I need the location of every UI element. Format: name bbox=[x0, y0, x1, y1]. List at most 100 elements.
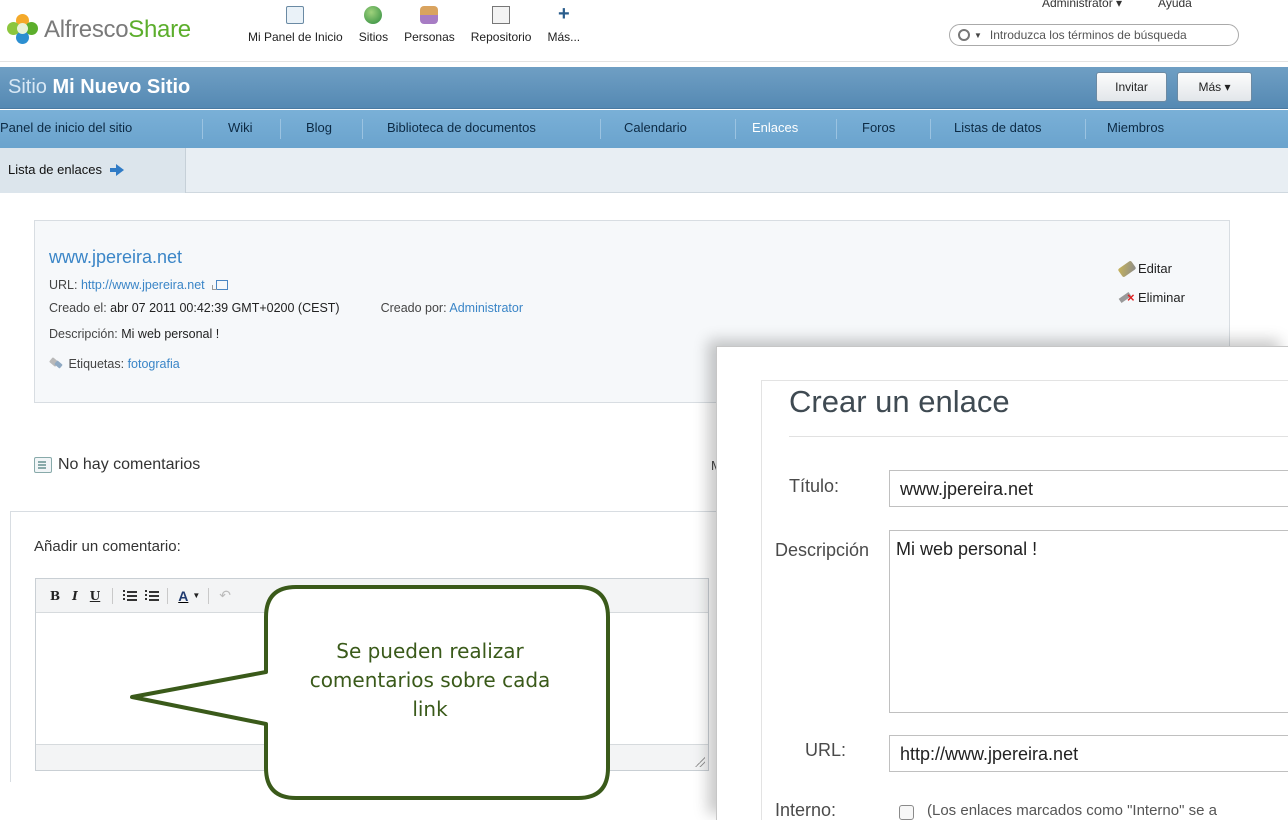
description-field[interactable]: Mi web personal ! bbox=[889, 530, 1288, 713]
url-field[interactable]: http://www.jpereira.net bbox=[889, 735, 1288, 772]
logo-text-secondary: Share bbox=[128, 16, 191, 43]
tab-divider bbox=[280, 119, 281, 139]
nav-label: Personas bbox=[404, 30, 455, 44]
link-description-row: Descripción: Mi web personal ! bbox=[49, 327, 219, 341]
tab-data-lists[interactable]: Listas de datos bbox=[954, 120, 1041, 135]
title-field-label: Título: bbox=[789, 476, 840, 496]
numbered-list-icon[interactable] bbox=[145, 590, 160, 601]
description-value: Mi web personal ! bbox=[121, 327, 220, 341]
url-link[interactable]: http://www.jpereira.net bbox=[81, 278, 205, 292]
tab-site-dashboard[interactable]: Panel de inicio del sitio bbox=[0, 120, 132, 135]
description-label: Descripción: bbox=[49, 327, 118, 341]
dashboard-icon bbox=[286, 6, 305, 24]
editor-toolbar: B I U A ▼ ↶ bbox=[36, 579, 708, 613]
repository-icon bbox=[492, 6, 511, 24]
tab-divider bbox=[1085, 119, 1086, 139]
site-tabs: Panel de inicio del sitio Wiki Blog Bibl… bbox=[0, 110, 1288, 148]
internal-checkbox[interactable] bbox=[899, 805, 914, 820]
created-by-link[interactable]: Administrator bbox=[449, 301, 523, 315]
add-comment-label: Añadir un comentario: bbox=[34, 538, 181, 555]
tab-forums[interactable]: Foros bbox=[862, 120, 895, 135]
nav-sites[interactable]: Sitios bbox=[359, 6, 388, 44]
nav-label: Repositorio bbox=[470, 30, 532, 44]
nav-label: Sitios bbox=[358, 30, 389, 44]
internal-field-label: Interno: bbox=[775, 800, 837, 820]
chevron-down-icon[interactable]: ▼ bbox=[974, 31, 982, 40]
tab-divider bbox=[836, 119, 837, 139]
tab-divider bbox=[362, 119, 363, 139]
link-created-row: Creado el: abr 07 2011 00:42:39 GMT+0200… bbox=[49, 301, 523, 315]
dialog-title: Crear un enlace bbox=[789, 384, 1010, 419]
nav-repository[interactable]: Repositorio bbox=[470, 6, 532, 44]
font-color-button[interactable]: A bbox=[178, 588, 188, 604]
app-navigation: Mi Panel de Inicio Sitios Personas Repos… bbox=[248, 3, 596, 44]
comments-status: No hay comentarios bbox=[34, 456, 200, 474]
site-title-bar: Sitio Mi Nuevo Sitio Invitar Más ▾ bbox=[0, 67, 1288, 109]
created-by-label: Creado por: bbox=[380, 301, 447, 315]
nav-my-dashboard[interactable]: Mi Panel de Inicio bbox=[248, 6, 343, 44]
search-icon bbox=[958, 29, 970, 41]
bold-button[interactable]: B bbox=[50, 589, 60, 603]
created-value: abr 07 2011 00:42:39 GMT+0200 (CEST) bbox=[110, 301, 340, 315]
delete-link-action[interactable]: Eliminar bbox=[1119, 290, 1185, 305]
tags-label: Etiquetas: bbox=[68, 357, 125, 371]
invite-button[interactable]: Invitar bbox=[1096, 72, 1167, 102]
edit-label: Editar bbox=[1138, 261, 1172, 276]
undo-icon[interactable]: ↶ bbox=[219, 587, 231, 604]
chevron-down-icon[interactable]: ▼ bbox=[192, 591, 200, 600]
site-name[interactable]: Mi Nuevo Sitio bbox=[52, 76, 190, 98]
more-button[interactable]: Más ▾ bbox=[1177, 72, 1252, 102]
people-icon bbox=[420, 6, 439, 24]
edit-link-action[interactable]: Editar bbox=[1117, 259, 1172, 278]
tag-icon bbox=[49, 357, 63, 369]
resize-handle-icon[interactable] bbox=[695, 757, 705, 767]
alfresco-logo[interactable]: AlfrescoShare bbox=[6, 14, 191, 46]
tab-members[interactable]: Miembros bbox=[1107, 120, 1164, 135]
title-field[interactable]: www.jpereira.net bbox=[889, 470, 1288, 507]
url-field-label: URL: bbox=[805, 740, 847, 760]
nav-more[interactable]: + Más... bbox=[547, 3, 581, 44]
user-links: Administrator ▾ Ayuda bbox=[1042, 0, 1192, 10]
search-input[interactable]: ▼ Introduzca los términos de búsqueda bbox=[949, 24, 1239, 46]
logo-text-primary: Alfresco bbox=[44, 16, 129, 43]
tab-blog[interactable]: Blog bbox=[306, 120, 332, 135]
tab-wiki[interactable]: Wiki bbox=[228, 120, 253, 135]
user-menu[interactable]: Administrator ▾ bbox=[1042, 0, 1122, 10]
nav-people[interactable]: Personas bbox=[404, 6, 455, 44]
bullet-list-icon[interactable] bbox=[123, 590, 138, 601]
sites-icon bbox=[364, 6, 383, 24]
delete-label: Eliminar bbox=[1138, 290, 1185, 305]
italic-button[interactable]: I bbox=[72, 589, 78, 603]
links-subnav: Lista de enlaces bbox=[0, 148, 1288, 193]
nav-label: Mi Panel de Inicio bbox=[248, 30, 343, 44]
pencil-icon bbox=[1117, 259, 1137, 278]
help-link[interactable]: Ayuda bbox=[1158, 0, 1192, 10]
new-window-icon[interactable] bbox=[212, 280, 229, 290]
underline-button[interactable]: U bbox=[90, 589, 100, 603]
tab-links[interactable]: Enlaces bbox=[752, 120, 798, 135]
site-title: Sitio Mi Nuevo Sitio bbox=[8, 76, 190, 99]
tab-calendar[interactable]: Calendario bbox=[624, 120, 687, 135]
link-tags-row: Etiquetas: fotografia bbox=[49, 357, 180, 371]
tab-divider bbox=[600, 119, 601, 139]
section-divider bbox=[10, 511, 730, 512]
callout-text: Se pueden realizar comentarios sobre cad… bbox=[309, 639, 551, 721]
tab-divider bbox=[202, 119, 203, 139]
plus-icon: + bbox=[557, 3, 570, 25]
app-header: AlfrescoShare Mi Panel de Inicio Sitios … bbox=[0, 0, 1288, 62]
delete-icon bbox=[1119, 291, 1135, 305]
tag-link[interactable]: fotografia bbox=[128, 357, 180, 371]
toolbar-divider bbox=[112, 587, 114, 604]
link-title[interactable]: www.jpereira.net bbox=[49, 247, 182, 268]
tab-document-library[interactable]: Biblioteca de documentos bbox=[387, 120, 536, 135]
link-list-button[interactable]: Lista de enlaces bbox=[0, 148, 186, 193]
alfresco-flower-icon bbox=[6, 14, 38, 46]
site-label: Sitio bbox=[8, 76, 47, 98]
description-field-label: Descripción bbox=[775, 540, 870, 560]
tab-divider bbox=[735, 119, 736, 139]
internal-hint: (Los enlaces marcados como "Interno" se … bbox=[927, 802, 1217, 819]
nav-label: Más... bbox=[547, 30, 581, 44]
link-list-label: Lista de enlaces bbox=[8, 162, 102, 177]
toolbar-divider bbox=[167, 587, 169, 604]
created-label: Creado el: bbox=[49, 301, 107, 315]
